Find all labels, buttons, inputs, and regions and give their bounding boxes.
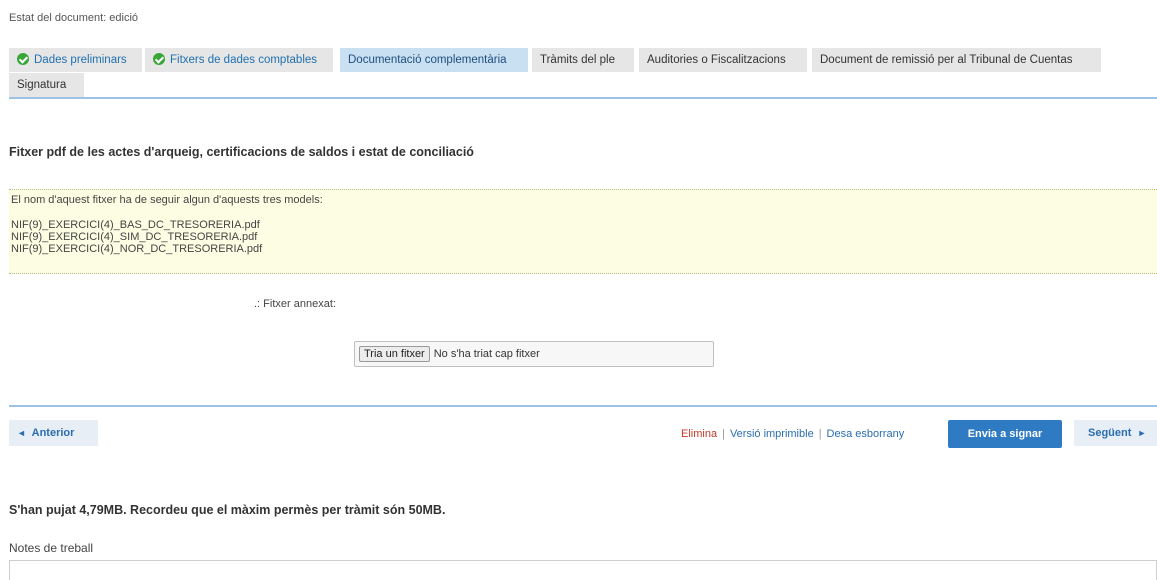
previous-button[interactable]: ◄ Anterior	[9, 420, 98, 446]
content-divider	[9, 405, 1157, 407]
right-arrow-icon: ►	[1137, 428, 1147, 438]
tab-label: Auditories o Fiscalitzacions	[647, 54, 786, 66]
delete-link[interactable]: Elimina	[681, 428, 717, 440]
tab-tramits-del-ple[interactable]: Tràmits del ple	[532, 48, 634, 72]
tab-fitxers-dades-comptables[interactable]: Fitxers de dades comptables	[145, 48, 333, 72]
tab-label: Documentació complementària	[348, 54, 507, 66]
action-links: Elimina | Versió imprimible | Desa esborrany	[681, 428, 904, 440]
tab-label: Document de remissió per al Tribunal de …	[820, 54, 1073, 66]
send-to-sign-button[interactable]: Envia a signar	[948, 420, 1062, 448]
tab-document-remissio[interactable]: Document de remissió per al Tribunal de …	[812, 48, 1101, 72]
upload-size-note: S'han pujat 4,79MB. Recordeu que el màxi…	[9, 503, 446, 517]
section-title: Fitxer pdf de les actes d'arqueig, certi…	[9, 145, 474, 159]
check-icon	[153, 53, 165, 65]
tab-dades-preliminars[interactable]: Dades preliminars	[9, 48, 142, 72]
tab-label: Dades preliminars	[34, 54, 127, 66]
printable-version-link[interactable]: Versió imprimible	[730, 428, 814, 440]
document-status: Estat del document: edició	[9, 12, 139, 24]
previous-label: Anterior	[31, 427, 75, 439]
choose-file-button[interactable]: Tria un fitxer	[359, 346, 430, 362]
work-notes-label: Notes de treball	[9, 541, 94, 555]
model-item: NIF(9)_EXERCICI(4)_NOR_DC_TRESORERIA.pdf	[11, 243, 263, 255]
tab-label: Fitxers de dades comptables	[170, 54, 318, 66]
filename-info-box: El nom d'aquest fitxer ha de seguir algu…	[9, 189, 1157, 274]
save-draft-link[interactable]: Desa esborrany	[827, 428, 905, 440]
tab-signatura[interactable]: Signatura	[9, 73, 84, 97]
check-icon	[17, 53, 29, 65]
model-item: NIF(9)_EXERCICI(4)_BAS_DC_TRESORERIA.pdf	[11, 219, 260, 231]
tabs-divider	[9, 97, 1157, 99]
tab-documentacio-complementaria[interactable]: Documentació complementària	[340, 48, 528, 72]
next-label: Següent	[1088, 427, 1132, 439]
file-upload-field[interactable]: Tria un fitxer No s'ha triat cap fitxer	[354, 341, 714, 367]
attached-file-label: .: Fitxer annexat:	[254, 298, 336, 310]
separator: |	[818, 428, 822, 440]
tab-label: Tràmits del ple	[540, 54, 615, 66]
work-notes-textarea[interactable]	[9, 560, 1157, 580]
tab-label: Signatura	[17, 79, 67, 91]
model-item: NIF(9)_EXERCICI(4)_SIM_DC_TRESORERIA.pdf	[11, 231, 258, 243]
separator: |	[722, 428, 725, 440]
info-intro: El nom d'aquest fitxer ha de seguir algu…	[11, 194, 323, 206]
next-button[interactable]: Següent ►	[1074, 420, 1157, 446]
left-arrow-icon: ◄	[17, 428, 26, 438]
file-status: No s'ha triat cap fitxer	[433, 348, 540, 360]
tab-auditories-fiscalitzacions[interactable]: Auditories o Fiscalitzacions	[639, 48, 807, 72]
